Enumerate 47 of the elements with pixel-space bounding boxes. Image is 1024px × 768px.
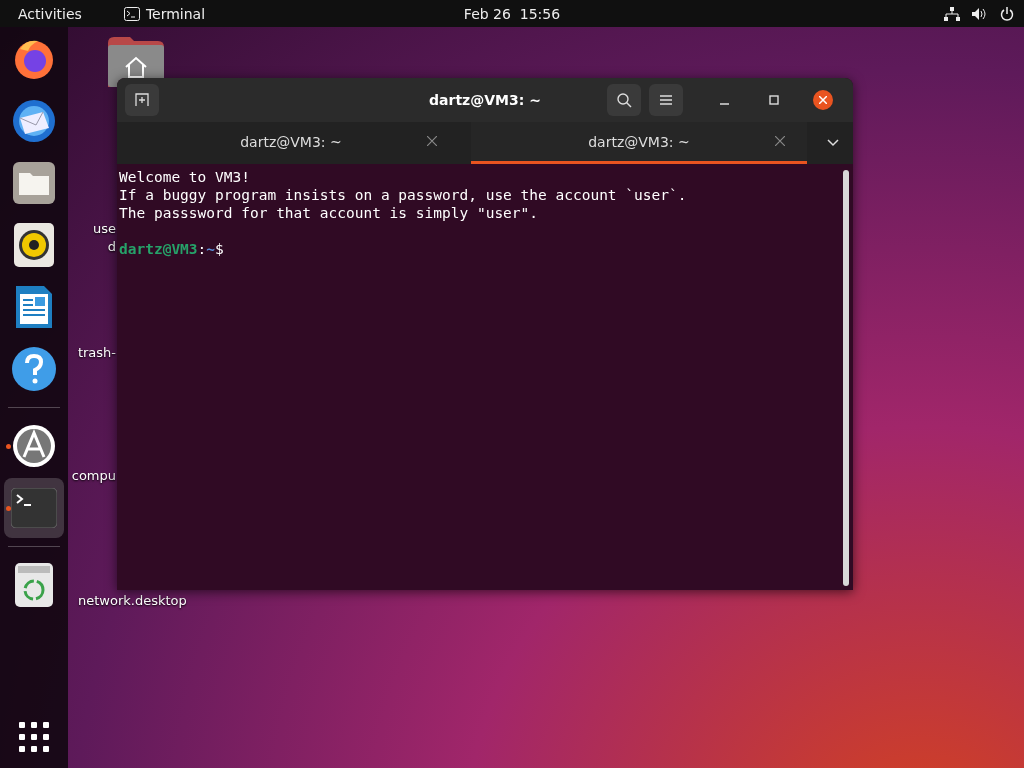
recycle-bin-icon [15,563,53,607]
minimize-icon [719,103,729,105]
scrollbar[interactable] [843,170,849,586]
folder-icon [12,161,56,205]
clock[interactable]: Feb 26 15:56 [463,5,561,22]
desktop-icon-label[interactable]: network.desktop [78,593,187,608]
chevron-down-icon [827,139,839,147]
speaker-icon [14,223,54,267]
prompt-user-host: dartz@VM3 [119,240,198,258]
new-tab-icon [135,93,149,107]
window-title: dartz@VM3: ~ [429,92,541,108]
prompt-path: ~ [206,240,216,258]
letter-a-badge-icon [12,424,56,468]
terminal-icon [11,488,57,528]
tab-close-button[interactable] [425,134,439,148]
prompt-separator: : [197,240,207,258]
new-tab-button[interactable] [125,84,159,116]
search-button[interactable] [607,84,641,116]
desktop-icon-label[interactable]: use [93,221,116,236]
power-icon[interactable] [1000,6,1014,21]
app-grid-icon[interactable] [19,722,49,752]
close-icon [819,96,827,104]
terminal-output-line: Welcome to VM3! [119,168,251,186]
search-icon [616,92,632,108]
app-menu[interactable]: Terminal [145,5,206,22]
close-button[interactable] [813,90,833,110]
network-icon[interactable] [944,6,960,21]
tab[interactable]: dartz@VM3: ~ [123,122,459,164]
menu-button[interactable] [649,84,683,116]
tab[interactable]: dartz@VM3: ~ [471,122,807,164]
tab-label[interactable]: dartz@VM3: ~ [588,133,690,150]
menu-icon [660,95,672,105]
terminal-output-line: The passsword for that account is simply "user". [119,204,540,222]
tab-close-button[interactable] [773,134,787,148]
terminal-output-line: If a buggy program insists on a password, use the account `user`. [119,186,688,204]
help-icon [11,346,57,392]
activities-button[interactable]: Activities [18,5,82,22]
volume-icon[interactable] [972,6,988,21]
document-icon [14,284,54,330]
terminal-icon [123,6,140,21]
prompt-symbol: $ [215,240,224,258]
envelope-globe-icon [11,98,57,144]
tab-label[interactable]: dartz@VM3: ~ [240,133,342,150]
maximize-icon [769,95,779,105]
desktop-icon-label[interactable]: compu [71,468,116,483]
desktop-icon-label[interactable]: trash- [77,345,116,360]
desktop-icon-label[interactable]: d [107,239,116,254]
